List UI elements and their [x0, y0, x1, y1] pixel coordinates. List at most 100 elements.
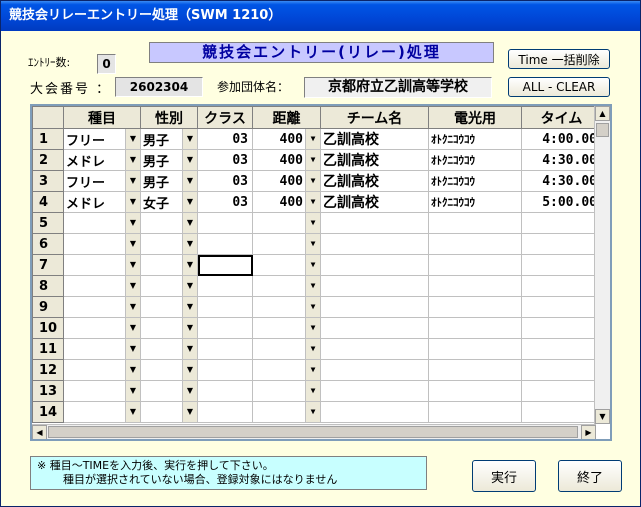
- dropdown-arrow-icon[interactable]: ▼: [125, 318, 140, 338]
- class-cell[interactable]: [197, 401, 253, 423]
- dropdown-arrow-icon[interactable]: ▼: [305, 213, 320, 233]
- dropdown-arrow-icon[interactable]: ▼: [305, 150, 320, 170]
- display-name-cell[interactable]: ｵﾄｸﾆｺｳｺｳ: [428, 191, 522, 213]
- display-name-cell[interactable]: ｵﾄｸﾆｺｳｺｳ: [428, 170, 522, 192]
- time-cell[interactable]: [521, 380, 602, 402]
- event-dropdown[interactable]: メドレ ▼: [63, 149, 141, 171]
- dropdown-arrow-icon[interactable]: ▼: [182, 318, 197, 338]
- sex-dropdown[interactable]: ▼: [140, 254, 198, 276]
- dropdown-arrow-icon[interactable]: ▼: [125, 171, 140, 191]
- time-cell[interactable]: 4:30.00: [521, 149, 602, 171]
- dropdown-arrow-icon[interactable]: ▼: [182, 150, 197, 170]
- dropdown-arrow-icon[interactable]: ▼: [182, 255, 197, 275]
- team-name-cell[interactable]: [320, 212, 429, 234]
- sex-dropdown[interactable]: ▼: [140, 380, 198, 402]
- sex-dropdown[interactable]: ▼: [140, 401, 198, 423]
- event-dropdown[interactable]: ▼: [63, 317, 141, 339]
- dropdown-arrow-icon[interactable]: ▼: [182, 276, 197, 296]
- class-cell[interactable]: [197, 338, 253, 360]
- dropdown-arrow-icon[interactable]: ▼: [125, 150, 140, 170]
- team-name-cell[interactable]: [320, 317, 429, 339]
- event-dropdown[interactable]: ▼: [63, 212, 141, 234]
- horizontal-scrollbar[interactable]: ◀ ▶: [32, 424, 596, 439]
- time-cell[interactable]: [521, 275, 602, 297]
- event-dropdown[interactable]: ▼: [63, 254, 141, 276]
- row-number[interactable]: 1: [32, 128, 64, 150]
- dropdown-arrow-icon[interactable]: ▼: [182, 129, 197, 149]
- table-row[interactable]: 2 メドレ ▼ 男子 ▼ 03 400 ▼ 乙訓高校 ｵﾄｸﾆｺｳｺｳ 4:30.00: [32, 149, 602, 171]
- dropdown-arrow-icon[interactable]: ▼: [305, 192, 320, 212]
- time-cell[interactable]: [521, 296, 602, 318]
- row-number[interactable]: 5: [32, 212, 64, 234]
- col-header-distance[interactable]: 距離: [252, 106, 321, 129]
- col-header-time[interactable]: タイム: [521, 106, 602, 129]
- team-name-cell[interactable]: 乙訓高校: [320, 149, 429, 171]
- table-row[interactable]: 1 フリー ▼ 男子 ▼ 03 400 ▼ 乙訓高校 ｵﾄｸﾆｺｳｺｳ 4:00.00: [32, 128, 602, 150]
- row-number[interactable]: 7: [32, 254, 64, 276]
- sex-dropdown[interactable]: ▼: [140, 233, 198, 255]
- distance-dropdown[interactable]: ▼: [252, 338, 321, 360]
- class-cell[interactable]: 03: [197, 191, 253, 213]
- team-name-cell[interactable]: [320, 233, 429, 255]
- sex-dropdown[interactable]: ▼: [140, 296, 198, 318]
- time-cell[interactable]: [521, 317, 602, 339]
- team-name-cell[interactable]: [320, 359, 429, 381]
- team-name-cell[interactable]: 乙訓高校: [320, 191, 429, 213]
- event-dropdown[interactable]: ▼: [63, 401, 141, 423]
- sex-dropdown[interactable]: ▼: [140, 359, 198, 381]
- event-dropdown[interactable]: ▼: [63, 380, 141, 402]
- dropdown-arrow-icon[interactable]: ▼: [125, 129, 140, 149]
- row-number[interactable]: 13: [32, 380, 64, 402]
- time-clear-button[interactable]: Time 一括削除: [508, 49, 610, 69]
- col-header-event[interactable]: 種目: [63, 106, 141, 129]
- dropdown-arrow-icon[interactable]: ▼: [182, 213, 197, 233]
- team-name-cell[interactable]: 乙訓高校: [320, 128, 429, 150]
- col-header-team[interactable]: チーム名: [320, 106, 429, 129]
- time-cell[interactable]: [521, 254, 602, 276]
- team-name-cell[interactable]: [320, 275, 429, 297]
- table-row[interactable]: 4 メドレ ▼ 女子 ▼ 03 400 ▼ 乙訓高校 ｵﾄｸﾆｺｳｺｳ 5:00.00: [32, 191, 602, 213]
- scroll-left-icon[interactable]: ◀: [32, 425, 47, 439]
- display-name-cell[interactable]: [428, 275, 522, 297]
- time-cell[interactable]: 4:00.00: [521, 128, 602, 150]
- distance-dropdown[interactable]: ▼: [252, 380, 321, 402]
- dropdown-arrow-icon[interactable]: ▼: [305, 297, 320, 317]
- event-dropdown[interactable]: フリー ▼: [63, 170, 141, 192]
- dropdown-arrow-icon[interactable]: ▼: [125, 213, 140, 233]
- sex-dropdown[interactable]: 男子 ▼: [140, 170, 198, 192]
- event-dropdown[interactable]: ▼: [63, 233, 141, 255]
- scroll-thumb-vertical[interactable]: [596, 123, 609, 137]
- sex-dropdown[interactable]: 男子 ▼: [140, 128, 198, 150]
- sex-dropdown[interactable]: ▼: [140, 338, 198, 360]
- team-name-cell[interactable]: 乙訓高校: [320, 170, 429, 192]
- table-row[interactable]: 5 ▼ ▼ ▼: [32, 212, 602, 234]
- display-name-cell[interactable]: [428, 233, 522, 255]
- class-cell[interactable]: [197, 254, 253, 276]
- distance-dropdown[interactable]: ▼: [252, 296, 321, 318]
- row-number[interactable]: 10: [32, 317, 64, 339]
- distance-dropdown[interactable]: ▼: [252, 317, 321, 339]
- table-row[interactable]: 13 ▼ ▼ ▼: [32, 380, 602, 402]
- dropdown-arrow-icon[interactable]: ▼: [182, 402, 197, 422]
- row-number[interactable]: 14: [32, 401, 64, 423]
- display-name-cell[interactable]: [428, 380, 522, 402]
- dropdown-arrow-icon[interactable]: ▼: [182, 171, 197, 191]
- class-cell[interactable]: 03: [197, 149, 253, 171]
- row-number[interactable]: 12: [32, 359, 64, 381]
- dropdown-arrow-icon[interactable]: ▼: [305, 171, 320, 191]
- dropdown-arrow-icon[interactable]: ▼: [125, 402, 140, 422]
- dropdown-arrow-icon[interactable]: ▼: [305, 360, 320, 380]
- table-row[interactable]: 10 ▼ ▼ ▼: [32, 317, 602, 339]
- table-row[interactable]: 8 ▼ ▼ ▼: [32, 275, 602, 297]
- class-cell[interactable]: 03: [197, 128, 253, 150]
- team-name-cell[interactable]: [320, 254, 429, 276]
- dropdown-arrow-icon[interactable]: ▼: [182, 360, 197, 380]
- table-row[interactable]: 6 ▼ ▼ ▼: [32, 233, 602, 255]
- time-cell[interactable]: 5:00.00: [521, 191, 602, 213]
- distance-dropdown[interactable]: ▼: [252, 212, 321, 234]
- event-dropdown[interactable]: ▼: [63, 296, 141, 318]
- team-name-cell[interactable]: [320, 401, 429, 423]
- distance-dropdown[interactable]: ▼: [252, 233, 321, 255]
- exit-button[interactable]: 終了: [558, 460, 622, 492]
- table-row[interactable]: 9 ▼ ▼ ▼: [32, 296, 602, 318]
